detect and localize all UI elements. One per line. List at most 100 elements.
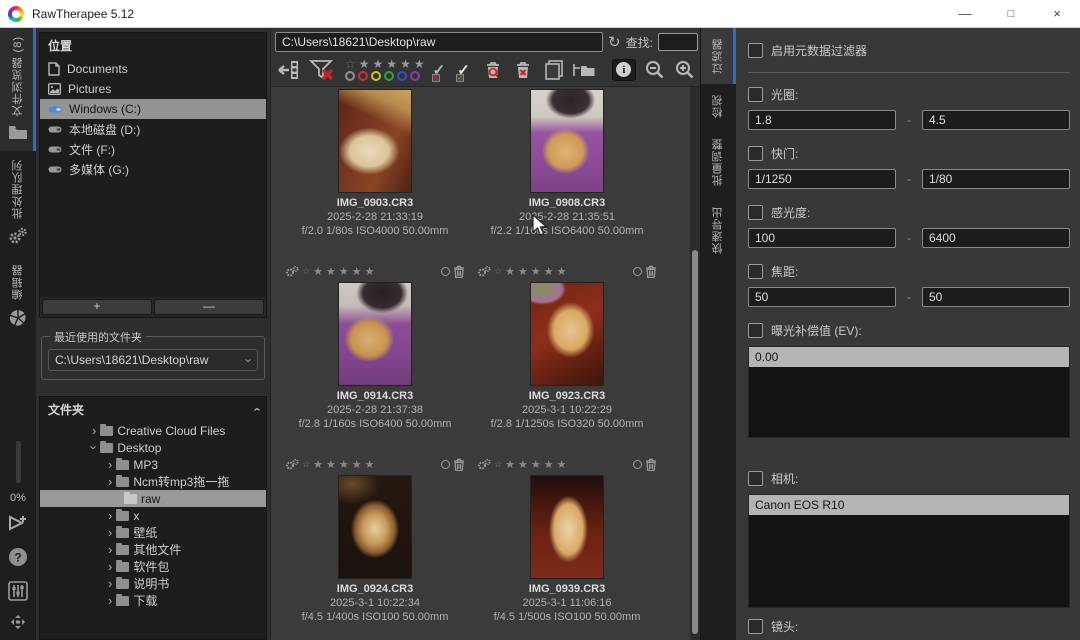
color-label-blue[interactable]	[397, 71, 407, 81]
thumb-color-label-icon[interactable]	[633, 460, 642, 469]
thumb-unrank-star[interactable]: ☆	[302, 266, 310, 277]
chevron-right-icon[interactable]: ›	[108, 543, 112, 556]
thumb-gear-icon[interactable]	[477, 459, 491, 470]
thumbnail-img-0908[interactable]	[530, 89, 604, 193]
remove-place-button[interactable]: —	[154, 299, 264, 315]
path-input[interactable]	[275, 32, 603, 52]
zoom-out-icon[interactable]	[644, 59, 666, 81]
tree-item-raw[interactable]: raw	[40, 490, 266, 507]
thumbnail-img-0939[interactable]	[530, 475, 604, 579]
camera-filter-checkbox[interactable]	[748, 471, 763, 486]
thumb-color-label-icon[interactable]	[441, 460, 450, 469]
chevron-right-icon[interactable]: ›	[108, 475, 112, 488]
tab-file-browser[interactable]: 文件浏览器 (8)	[0, 28, 36, 151]
move-to-folder-icon[interactable]	[572, 60, 596, 80]
focal-from-input[interactable]	[748, 287, 896, 307]
tree-item-desktop[interactable]: › Desktop	[40, 439, 266, 456]
refresh-icon[interactable]: ↻	[608, 35, 621, 50]
camera-list-body[interactable]	[749, 515, 1069, 607]
lens-filter-checkbox[interactable]	[748, 619, 763, 634]
place-drive-f[interactable]: 文件 (F:)	[40, 139, 266, 159]
thumb-unrank-star[interactable]: ☆	[494, 459, 502, 470]
tab-editor[interactable]: 编辑器	[0, 256, 36, 339]
thumb-star[interactable]: ★	[505, 265, 515, 278]
filter-edited-icon[interactable]: ✓✓	[457, 61, 474, 79]
color-label-gray[interactable]	[345, 71, 355, 81]
enable-metadata-filter-checkbox[interactable]	[748, 43, 763, 58]
thumb-star[interactable]: ★	[326, 458, 336, 471]
thumb-star[interactable]: ★	[531, 458, 541, 471]
aperture-from-input[interactable]	[748, 110, 896, 130]
fullscreen-move-icon[interactable]	[8, 615, 28, 634]
thumb-unrank-star[interactable]: ☆	[302, 459, 310, 470]
thumb-star[interactable]: ★	[365, 458, 375, 471]
place-documents[interactable]: Documents	[40, 59, 266, 79]
thumbnail-img-0923[interactable]	[530, 282, 604, 386]
thumb-star[interactable]: ★	[313, 458, 323, 471]
aperture-filter-checkbox[interactable]	[748, 87, 763, 102]
help-icon[interactable]: ?	[8, 547, 28, 572]
recent-folders-dropdown[interactable]: C:\Users\18621\Desktop\raw ›	[48, 349, 258, 371]
thumb-star[interactable]: ★	[352, 458, 362, 471]
thumb-gear-icon[interactable]	[477, 266, 491, 277]
focal-filter-checkbox[interactable]	[748, 264, 763, 279]
color-label-purple[interactable]	[410, 71, 420, 81]
external-editor-icon[interactable]	[7, 513, 29, 538]
thumb-star[interactable]: ★	[544, 265, 554, 278]
tree-item-mp3[interactable]: › MP3	[40, 456, 266, 473]
thumb-star[interactable]: ★	[339, 265, 349, 278]
color-label-red[interactable]	[358, 71, 368, 81]
minimize-button[interactable]: —	[942, 0, 988, 27]
tree-item-downloads[interactable]: › 下载	[40, 592, 266, 609]
filter-star-1[interactable]: ★	[359, 58, 370, 70]
aperture-to-input[interactable]	[922, 110, 1070, 130]
maximize-button[interactable]: □	[988, 0, 1034, 27]
color-label-green[interactable]	[384, 71, 394, 81]
thumb-star[interactable]: ★	[313, 265, 323, 278]
thumb-star[interactable]: ★	[352, 265, 362, 278]
thumb-star[interactable]: ★	[518, 458, 528, 471]
thumb-star[interactable]: ★	[518, 265, 528, 278]
chevron-right-icon[interactable]: ›	[108, 458, 112, 471]
tree-item-packages[interactable]: › 软件包	[40, 558, 266, 575]
chevron-expanded-icon[interactable]: ›	[88, 445, 101, 449]
filter-star-5[interactable]: ★	[414, 58, 425, 70]
place-drive-g[interactable]: 多媒体 (G:)	[40, 159, 266, 179]
iso-to-input[interactable]	[922, 228, 1070, 248]
tree-item-x[interactable]: › x	[40, 507, 266, 524]
filter-star-3[interactable]: ★	[386, 58, 397, 70]
tab-fast-export[interactable]: 快速导出	[701, 196, 736, 264]
thumb-star[interactable]: ★	[339, 458, 349, 471]
place-drive-d[interactable]: 本地磁盘 (D:)	[40, 119, 266, 139]
tree-item-wallpaper[interactable]: › 壁纸	[40, 524, 266, 541]
thumb-gear-icon[interactable]	[285, 266, 299, 277]
clear-filters-icon[interactable]	[309, 59, 337, 81]
color-label-yellow[interactable]	[371, 71, 381, 81]
chevron-right-icon[interactable]: ›	[108, 509, 112, 522]
thumb-gear-icon[interactable]	[285, 459, 299, 470]
tree-item-other-files[interactable]: › 其他文件	[40, 541, 266, 558]
thumb-star[interactable]: ★	[531, 265, 541, 278]
grid-scrollbar[interactable]	[690, 87, 700, 640]
tab-filter[interactable]: 过滤器	[701, 28, 736, 84]
chevron-right-icon[interactable]: ›	[92, 424, 96, 437]
ev-list-body[interactable]	[749, 367, 1069, 437]
tab-batch-queue[interactable]: 批处理队列	[0, 151, 36, 256]
place-windows-c[interactable]: Windows (C:)	[40, 99, 266, 119]
show-trash-icon[interactable]	[482, 59, 504, 81]
info-button[interactable]: i	[612, 59, 636, 81]
iso-from-input[interactable]	[748, 228, 896, 248]
thumbnail-img-0903[interactable]	[338, 89, 412, 193]
filter-unranked-star[interactable]: ☆	[345, 58, 356, 70]
tree-item-manuals[interactable]: › 说明书	[40, 575, 266, 592]
filter-unedited-icon[interactable]: ✓✗	[433, 61, 450, 79]
tree-item-creative-cloud[interactable]: › Creative Cloud Files	[40, 422, 266, 439]
place-pictures[interactable]: Pictures	[40, 79, 266, 99]
tab-batch-edit[interactable]: 批量调整	[701, 128, 736, 196]
thumb-color-label-icon[interactable]	[441, 267, 450, 276]
filter-star-4[interactable]: ★	[400, 58, 411, 70]
collapse-chevron-icon[interactable]: ›	[249, 407, 262, 411]
thumb-star[interactable]: ★	[505, 458, 515, 471]
add-place-button[interactable]: +	[42, 299, 152, 315]
thumbnail-img-0914[interactable]	[338, 282, 412, 386]
